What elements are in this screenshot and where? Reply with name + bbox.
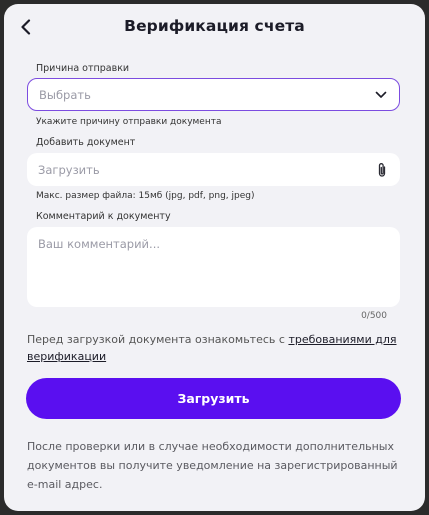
page-title: Верификация счета [124, 17, 305, 35]
comment-placeholder: Ваш комментарий... [38, 237, 161, 251]
verification-modal: Верификация счета Причина отправки Выбра… [4, 4, 425, 511]
reason-label: Причина отправки [36, 63, 130, 74]
document-label: Добавить документ [36, 137, 136, 148]
requirements-notice: Перед загрузкой документа ознакомьтесь с… [27, 331, 407, 365]
footer-note: После проверки или в случае необходимост… [27, 440, 398, 491]
upload-button[interactable]: Загрузить [26, 378, 401, 419]
document-upload-field[interactable]: Загрузить [27, 153, 400, 186]
reason-hint: Укажите причину отправки документа [36, 117, 222, 127]
document-hint: Макс. размер файла: 15мб (jpg, pdf, png,… [36, 191, 255, 201]
comment-textarea[interactable]: Ваш комментарий... [27, 227, 400, 307]
paperclip-icon[interactable] [374, 162, 390, 178]
notice-text: Перед загрузкой документа ознакомьтесь с [27, 333, 289, 346]
reason-placeholder: Выбрать [39, 87, 91, 102]
chevron-down-icon [373, 87, 389, 103]
document-placeholder: Загрузить [38, 162, 100, 177]
reason-select[interactable]: Выбрать [27, 78, 400, 111]
comment-counter: 0/500 [361, 311, 387, 321]
comment-label: Комментарий к документу [36, 211, 171, 222]
